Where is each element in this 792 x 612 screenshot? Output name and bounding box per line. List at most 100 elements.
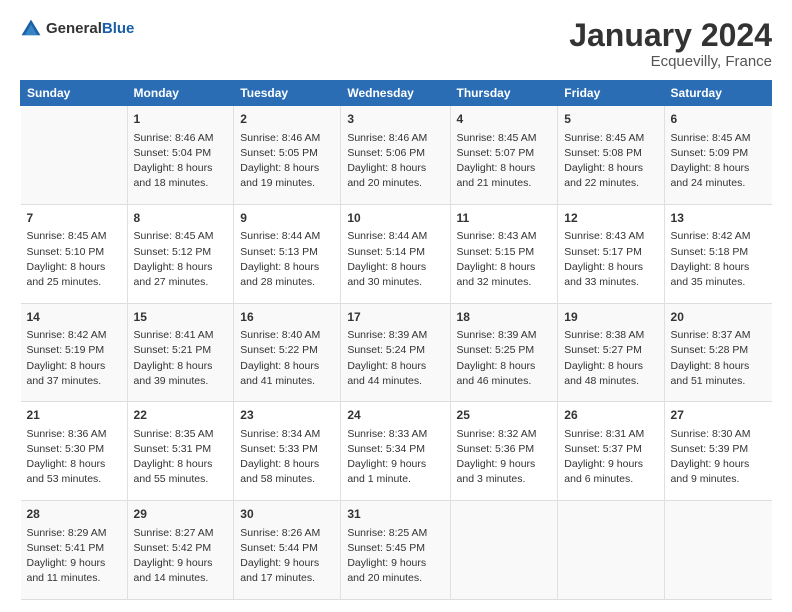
- day-number: 22: [134, 407, 228, 424]
- day-number: 18: [457, 309, 552, 326]
- day-number: 5: [564, 111, 657, 128]
- daylight-text: Daylight: 8 hours and 46 minutes.: [457, 359, 552, 389]
- header: GeneralBlue January 2024 Ecquevilly, Fra…: [20, 18, 772, 70]
- cell-week2-day6: 12Sunrise: 8:43 AMSunset: 5:17 PMDayligh…: [558, 204, 664, 303]
- sunrise-text: Sunrise: 8:36 AM: [27, 427, 121, 442]
- cell-week5-day4: 31Sunrise: 8:25 AMSunset: 5:45 PMDayligh…: [341, 501, 450, 600]
- sunset-text: Sunset: 5:05 PM: [240, 146, 334, 161]
- cell-week2-day5: 11Sunrise: 8:43 AMSunset: 5:15 PMDayligh…: [450, 204, 558, 303]
- day-number: 31: [347, 506, 443, 523]
- sunrise-text: Sunrise: 8:35 AM: [134, 427, 228, 442]
- sunrise-text: Sunrise: 8:33 AM: [347, 427, 443, 442]
- sunrise-text: Sunrise: 8:32 AM: [457, 427, 552, 442]
- day-number: 4: [457, 111, 552, 128]
- sunset-text: Sunset: 5:18 PM: [671, 245, 766, 260]
- cell-week5-day1: 28 Sunrise: 8:29 AMSunset: 5:41 PMDayligh…: [21, 501, 128, 600]
- cell-week1-day5: 4Sunrise: 8:45 AMSunset: 5:07 PMDaylight…: [450, 106, 558, 205]
- cell-week5-day7: [664, 501, 771, 600]
- sunset-text: Sunset: 5:36 PM: [457, 442, 552, 457]
- cell-week3-day2: 15Sunrise: 8:41 AMSunset: 5:21 PMDayligh…: [127, 303, 234, 402]
- day-number: 12: [564, 210, 657, 227]
- sunrise-text: Sunrise: 8:45 AM: [134, 229, 228, 244]
- sunrise-text: Sunrise: 8:40 AM: [240, 328, 334, 343]
- sunrise-text: Sunrise: 8:29 AM: [27, 526, 121, 541]
- cell-week4-day2: 22 Sunrise: 8:35 AMSunset: 5:31 PMDayligh…: [127, 402, 234, 501]
- daylight-text: Daylight: 8 hours and 48 minutes.: [564, 359, 657, 389]
- sunset-text: Sunset: 5:27 PM: [564, 343, 657, 358]
- cell-week4-day7: 27Sunrise: 8:30 AMSunset: 5:39 PMDayligh…: [664, 402, 771, 501]
- cell-week3-day3: 16Sunrise: 8:40 AMSunset: 5:22 PMDayligh…: [234, 303, 341, 402]
- cell-week1-day1: [21, 106, 128, 205]
- daylight-text: Daylight: 9 hours and 11 minutes.: [27, 556, 121, 586]
- sunrise-text: Sunrise: 8:42 AM: [671, 229, 766, 244]
- daylight-text: Daylight: 9 hours and 9 minutes.: [671, 457, 766, 487]
- cell-week3-day7: 20Sunrise: 8:37 AMSunset: 5:28 PMDayligh…: [664, 303, 771, 402]
- col-header-thursday: Thursday: [450, 81, 558, 106]
- sunset-text: Sunset: 5:06 PM: [347, 146, 443, 161]
- day-number: 21: [27, 407, 121, 424]
- col-header-saturday: Saturday: [664, 81, 771, 106]
- logo-blue: Blue: [102, 20, 135, 37]
- daylight-text: Daylight: 8 hours and 55 minutes.: [134, 457, 228, 487]
- sunrise-text: Sunrise: 8:27 AM: [134, 526, 228, 541]
- cell-week3-day6: 19Sunrise: 8:38 AMSunset: 5:27 PMDayligh…: [558, 303, 664, 402]
- day-number: 28: [27, 506, 121, 523]
- logo-icon: [20, 18, 42, 40]
- sunrise-text: Sunrise: 8:38 AM: [564, 328, 657, 343]
- day-number: 7: [27, 210, 121, 227]
- day-number: 24: [347, 407, 443, 424]
- calendar-table: SundayMondayTuesdayWednesdayThursdayFrid…: [20, 80, 772, 600]
- sunrise-text: Sunrise: 8:34 AM: [240, 427, 334, 442]
- sunset-text: Sunset: 5:31 PM: [134, 442, 228, 457]
- week-row-4: 21Sunrise: 8:36 AMSunset: 5:30 PMDayligh…: [21, 402, 772, 501]
- sunset-text: Sunset: 5:08 PM: [564, 146, 657, 161]
- daylight-text: Daylight: 8 hours and 27 minutes.: [134, 260, 228, 290]
- sunset-text: Sunset: 5:22 PM: [240, 343, 334, 358]
- day-number: 27: [671, 407, 766, 424]
- day-number: 8: [134, 210, 228, 227]
- col-header-friday: Friday: [558, 81, 664, 106]
- sunset-text: Sunset: 5:41 PM: [27, 541, 121, 556]
- daylight-text: Daylight: 8 hours and 51 minutes.: [671, 359, 766, 389]
- day-number: 16: [240, 309, 334, 326]
- sunset-text: Sunset: 5:15 PM: [457, 245, 552, 260]
- daylight-text: Daylight: 9 hours and 20 minutes.: [347, 556, 443, 586]
- day-number: 13: [671, 210, 766, 227]
- daylight-text: Daylight: 8 hours and 58 minutes.: [240, 457, 334, 487]
- cell-week1-day6: 5Sunrise: 8:45 AMSunset: 5:08 PMDaylight…: [558, 106, 664, 205]
- sunrise-text: Sunrise: 8:45 AM: [671, 131, 766, 146]
- sunset-text: Sunset: 5:42 PM: [134, 541, 228, 556]
- cell-week5-day3: 30Sunrise: 8:26 AMSunset: 5:44 PMDayligh…: [234, 501, 341, 600]
- day-number: 3: [347, 111, 443, 128]
- sunset-text: Sunset: 5:07 PM: [457, 146, 552, 161]
- sunrise-text: Sunrise: 8:25 AM: [347, 526, 443, 541]
- week-row-3: 14Sunrise: 8:42 AMSunset: 5:19 PMDayligh…: [21, 303, 772, 402]
- sunrise-text: Sunrise: 8:45 AM: [564, 131, 657, 146]
- sunset-text: Sunset: 5:24 PM: [347, 343, 443, 358]
- page-title: January 2024: [569, 18, 772, 53]
- daylight-text: Daylight: 8 hours and 37 minutes.: [27, 359, 121, 389]
- col-header-monday: Monday: [127, 81, 234, 106]
- col-header-tuesday: Tuesday: [234, 81, 341, 106]
- cell-week3-day4: 17Sunrise: 8:39 AMSunset: 5:24 PMDayligh…: [341, 303, 450, 402]
- sunset-text: Sunset: 5:21 PM: [134, 343, 228, 358]
- cell-week5-day2: 29Sunrise: 8:27 AMSunset: 5:42 PMDayligh…: [127, 501, 234, 600]
- week-row-2: 7Sunrise: 8:45 AMSunset: 5:10 PMDaylight…: [21, 204, 772, 303]
- sunrise-text: Sunrise: 8:46 AM: [134, 131, 228, 146]
- daylight-text: Daylight: 8 hours and 19 minutes.: [240, 161, 334, 191]
- week-row-5: 28Sunrise: 8:29 AMSunset: 5:41 PMDayligh…: [21, 501, 772, 600]
- sunset-text: Sunset: 5:17 PM: [564, 245, 657, 260]
- sunrise-text: Sunrise: 8:42 AM: [27, 328, 121, 343]
- sunrise-text: Sunrise: 8:39 AM: [457, 328, 552, 343]
- daylight-text: Daylight: 9 hours and 14 minutes.: [134, 556, 228, 586]
- sunrise-text: Sunrise: 8:44 AM: [347, 229, 443, 244]
- cell-week2-day7: 13Sunrise: 8:42 AMSunset: 5:18 PMDayligh…: [664, 204, 771, 303]
- sunset-text: Sunset: 5:04 PM: [134, 146, 228, 161]
- sunrise-text: Sunrise: 8:45 AM: [27, 229, 121, 244]
- sunset-text: Sunset: 5:13 PM: [240, 245, 334, 260]
- sunrise-text: Sunrise: 8:30 AM: [671, 427, 766, 442]
- day-number: 25: [457, 407, 552, 424]
- day-number: 1: [134, 111, 228, 128]
- daylight-text: Daylight: 8 hours and 32 minutes.: [457, 260, 552, 290]
- daylight-text: Daylight: 8 hours and 21 minutes.: [457, 161, 552, 191]
